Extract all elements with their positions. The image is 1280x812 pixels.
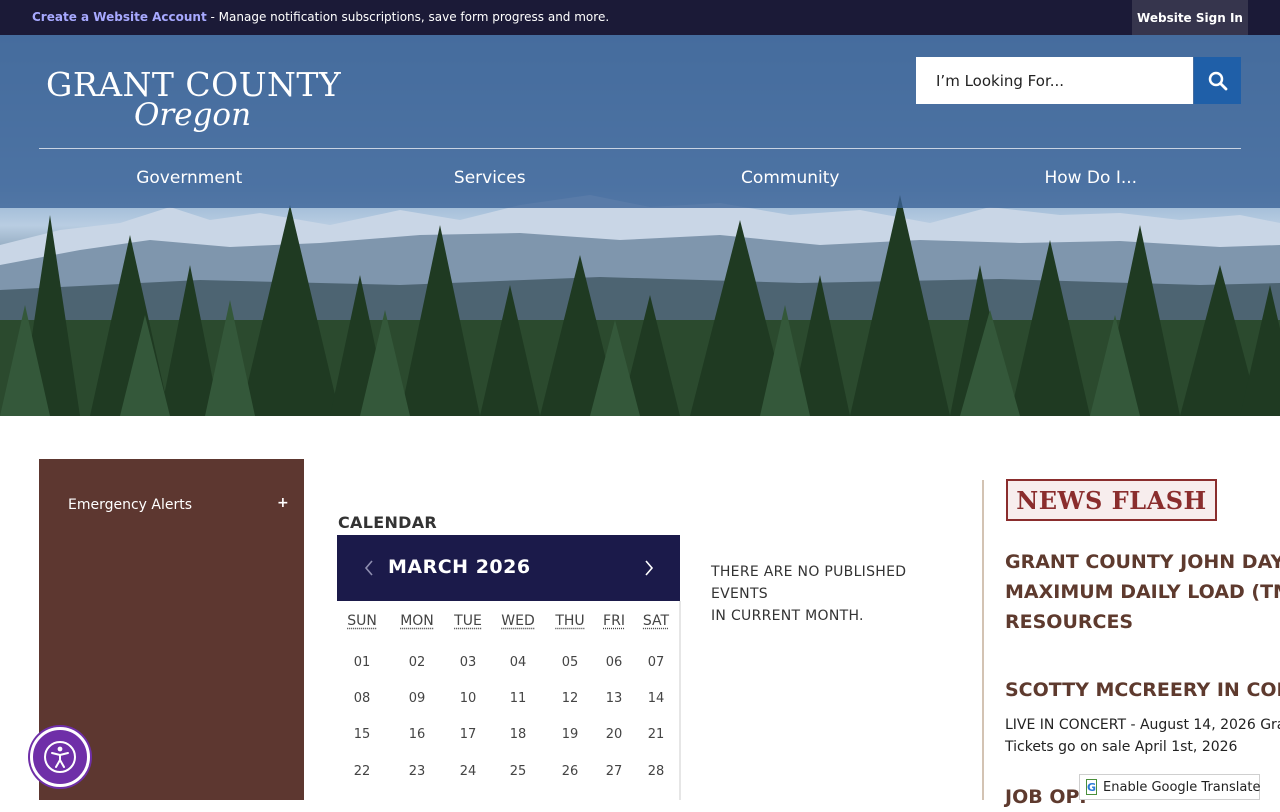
nav-item-how-do-i[interactable]: How Do I...: [941, 149, 1242, 207]
calendar-day[interactable]: 19: [562, 727, 579, 742]
news-item-1-title-line-1[interactable]: GRANT COUNTY JOHN DAY R: [1005, 547, 1280, 577]
previous-month-button[interactable]: [359, 555, 379, 581]
weekday-sat: SAT: [642, 613, 670, 629]
weekday-mon: MON: [400, 613, 434, 629]
calendar-day[interactable]: 27: [606, 764, 623, 779]
calendar-title: CALENDAR: [338, 513, 438, 532]
account-notice: Create a Website Account - Manage notifi…: [32, 10, 609, 24]
calendar-day[interactable]: 10: [460, 691, 477, 706]
calendar-day[interactable]: 25: [510, 764, 527, 779]
calendar-day[interactable]: 23: [409, 764, 426, 779]
calendar-day[interactable]: 05: [562, 655, 579, 670]
calendar-day[interactable]: 13: [606, 691, 623, 706]
calendar-day[interactable]: 21: [648, 727, 665, 742]
calendar-day[interactable]: 22: [354, 764, 371, 779]
top-bar: Create a Website Account - Manage notifi…: [0, 0, 1280, 35]
calendar-day[interactable]: 12: [562, 691, 579, 706]
grant-county-logo[interactable]: GRANT COUNTY Oregon: [46, 65, 341, 140]
google-translate-icon: G: [1086, 779, 1098, 795]
weekday-thu: THU: [555, 613, 585, 629]
create-account-link[interactable]: Create a Website Account: [32, 10, 207, 24]
calendar-day[interactable]: 03: [460, 655, 477, 670]
calendar-day[interactable]: 02: [409, 655, 426, 670]
calendar-month: MARCH 2026: [388, 556, 531, 578]
no-events-line-2: IN CURRENT MONTH.: [711, 608, 864, 624]
calendar-day[interactable]: 07: [648, 655, 665, 670]
search-icon: [1208, 71, 1227, 90]
calendar-day[interactable]: 26: [562, 764, 579, 779]
nav-item-services[interactable]: Services: [340, 149, 641, 207]
calendar-day[interactable]: 16: [409, 727, 426, 742]
accessibility-button[interactable]: [30, 727, 90, 787]
weekday-tue: TUE: [454, 613, 482, 629]
calendar-day[interactable]: 11: [510, 691, 527, 706]
website-sign-in-button[interactable]: Website Sign In: [1132, 0, 1248, 35]
header: GRANT COUNTY Oregon Government Services …: [0, 35, 1280, 208]
calendar-header: MARCH 2026: [337, 535, 680, 601]
news-item-1-title-line-2[interactable]: MAXIMUM DAILY LOAD (TM: [1005, 577, 1280, 607]
calendar-day[interactable]: 17: [460, 727, 477, 742]
next-month-button[interactable]: [639, 555, 659, 581]
calendar-day[interactable]: 20: [606, 727, 623, 742]
weekday-sun: SUN: [347, 613, 377, 629]
calendar-day[interactable]: 09: [409, 691, 426, 706]
column-divider: [982, 480, 984, 800]
weekday-fri: FRI: [603, 613, 625, 629]
google-translate-button[interactable]: G Enable Google Translate: [1079, 774, 1260, 800]
chevron-left-icon: [364, 560, 373, 576]
nav-item-community[interactable]: Community: [640, 149, 941, 207]
chevron-right-icon: [645, 560, 654, 576]
calendar-day[interactable]: 01: [354, 655, 371, 670]
news-item-2-title[interactable]: SCOTTY MCCREERY IN CONC: [1005, 675, 1280, 705]
news-item-2-text-line-1: LIVE IN CONCERT - August 14, 2026 Grant: [1005, 717, 1280, 733]
calendar-day[interactable]: 24: [460, 764, 477, 779]
logo-subtitle: Oregon: [134, 97, 252, 133]
account-description: - Manage notification subscriptions, sav…: [206, 10, 610, 24]
news-flash-heading: NEWS FLASH: [1006, 479, 1217, 521]
calendar-day[interactable]: 06: [606, 655, 623, 670]
search-button[interactable]: [1194, 57, 1241, 104]
expand-icon[interactable]: +: [277, 495, 289, 511]
search-box: [916, 57, 1193, 104]
calendar-border: [679, 601, 681, 800]
main-nav: Government Services Community How Do I..…: [39, 149, 1241, 207]
news-item-2-text-line-2: Tickets go on sale April 1st, 2026: [1005, 739, 1238, 755]
sidebar-item-emergency-alerts[interactable]: Emergency Alerts: [68, 497, 192, 513]
weekday-wed: WED: [501, 613, 535, 629]
no-events-message: THERE ARE NO PUBLISHED EVENTS IN CURRENT…: [711, 561, 961, 627]
news-item-1-title-line-3[interactable]: RESOURCES: [1005, 607, 1133, 637]
calendar-day[interactable]: 14: [648, 691, 665, 706]
nav-item-government[interactable]: Government: [39, 149, 340, 207]
translate-label: Enable Google Translate: [1103, 779, 1261, 795]
accessibility-icon: [44, 741, 76, 773]
calendar-day[interactable]: 28: [648, 764, 665, 779]
no-events-line-1: THERE ARE NO PUBLISHED EVENTS: [711, 564, 907, 602]
calendar-day[interactable]: 04: [510, 655, 527, 670]
hero-banner: GRANT COUNTY Oregon Government Services …: [0, 35, 1280, 416]
calendar-day[interactable]: 08: [354, 691, 371, 706]
calendar-day[interactable]: 15: [354, 727, 371, 742]
search-input[interactable]: [916, 57, 1193, 104]
calendar-day[interactable]: 18: [510, 727, 527, 742]
